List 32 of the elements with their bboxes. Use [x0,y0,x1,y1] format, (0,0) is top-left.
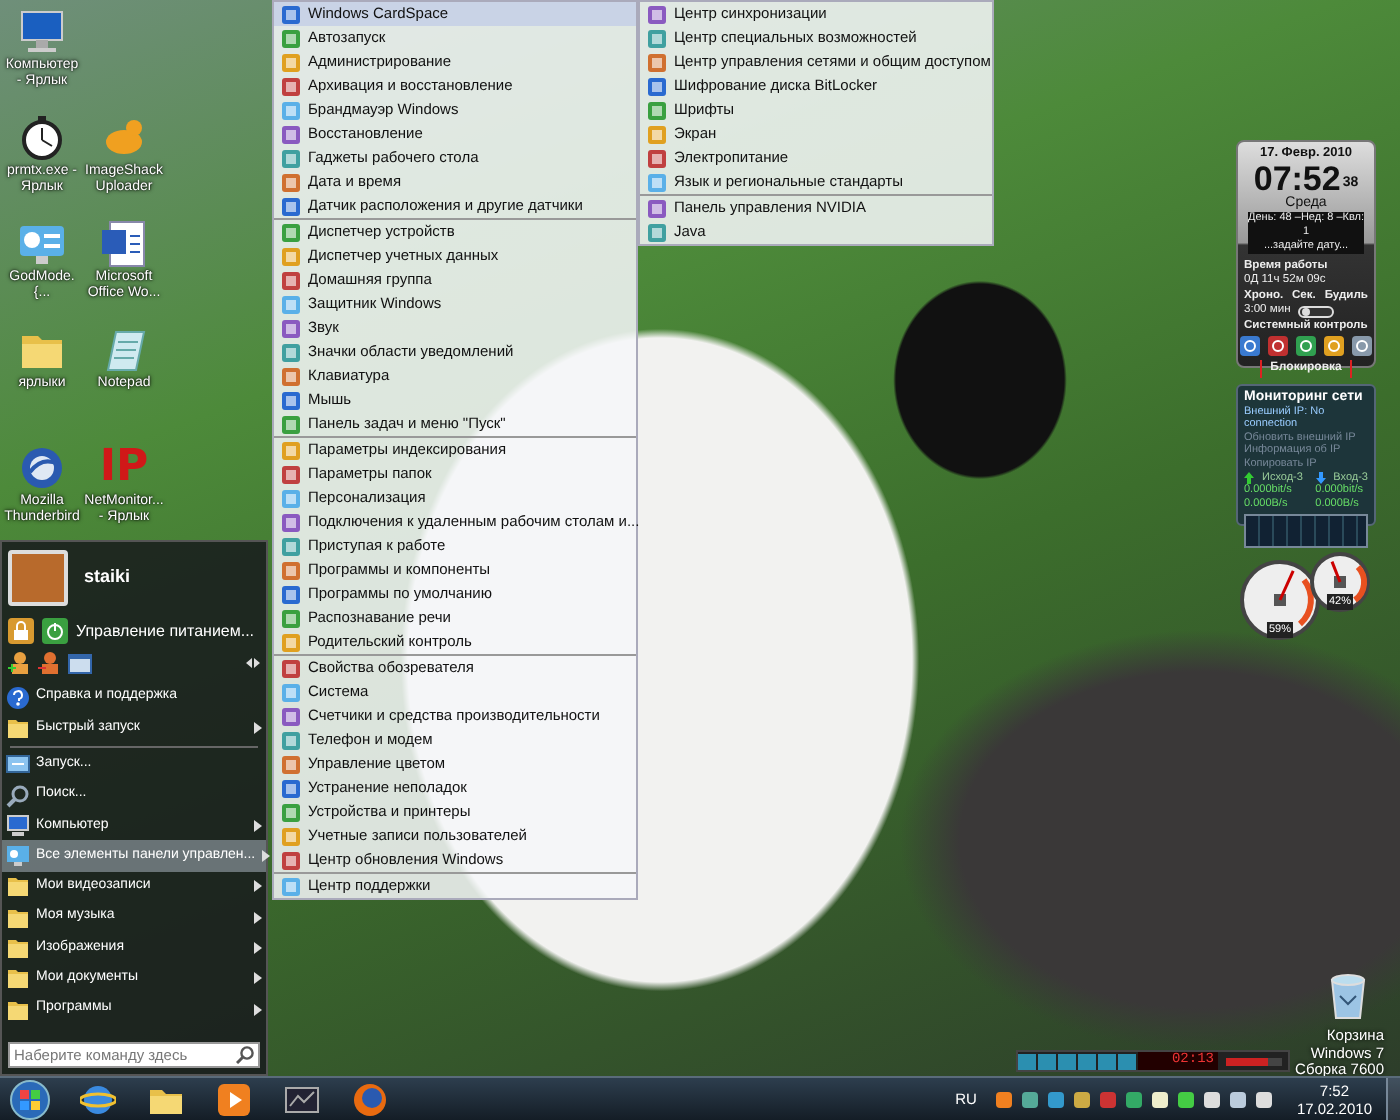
upload-arrow-icon [1244,472,1254,485]
document-icon[interactable] [100,220,148,268]
control-panel-icon [6,844,30,869]
folder-icon [6,997,30,1022]
power-options-link[interactable]: Управление питанием... [76,619,255,643]
avatar-photo [8,550,68,606]
search-icon[interactable] [236,1046,254,1064]
folder-icon [6,874,30,899]
monitor-icon[interactable] [18,8,66,56]
scroll-arrows-icon[interactable] [246,658,260,668]
user-add-icon[interactable] [8,652,30,674]
folder-icon [6,905,30,930]
recycle-bin-icon[interactable] [1328,972,1368,1020]
user-name[interactable]: staiki [84,564,131,592]
folder-icon [6,715,30,740]
user-remove-icon[interactable] [38,652,60,674]
browser-icon[interactable] [80,1081,116,1117]
window-icon[interactable] [68,653,92,673]
folder-icon [6,966,30,991]
stopwatch-icon[interactable] [18,114,66,162]
search-icon [6,783,30,808]
control-panel-icon[interactable] [18,220,66,268]
folder-icon [6,936,30,961]
run-icon [6,752,30,777]
help-icon [6,685,30,710]
start-orb-icon[interactable] [10,1079,50,1119]
computer-icon [6,813,30,838]
show-desktop-button[interactable] [1386,1078,1400,1120]
toggle-switch-icon[interactable] [1298,306,1335,318]
clock-time: 07:52 [1253,163,1341,196]
window-icon[interactable] [284,1081,320,1117]
download-arrow-icon [1315,472,1326,485]
